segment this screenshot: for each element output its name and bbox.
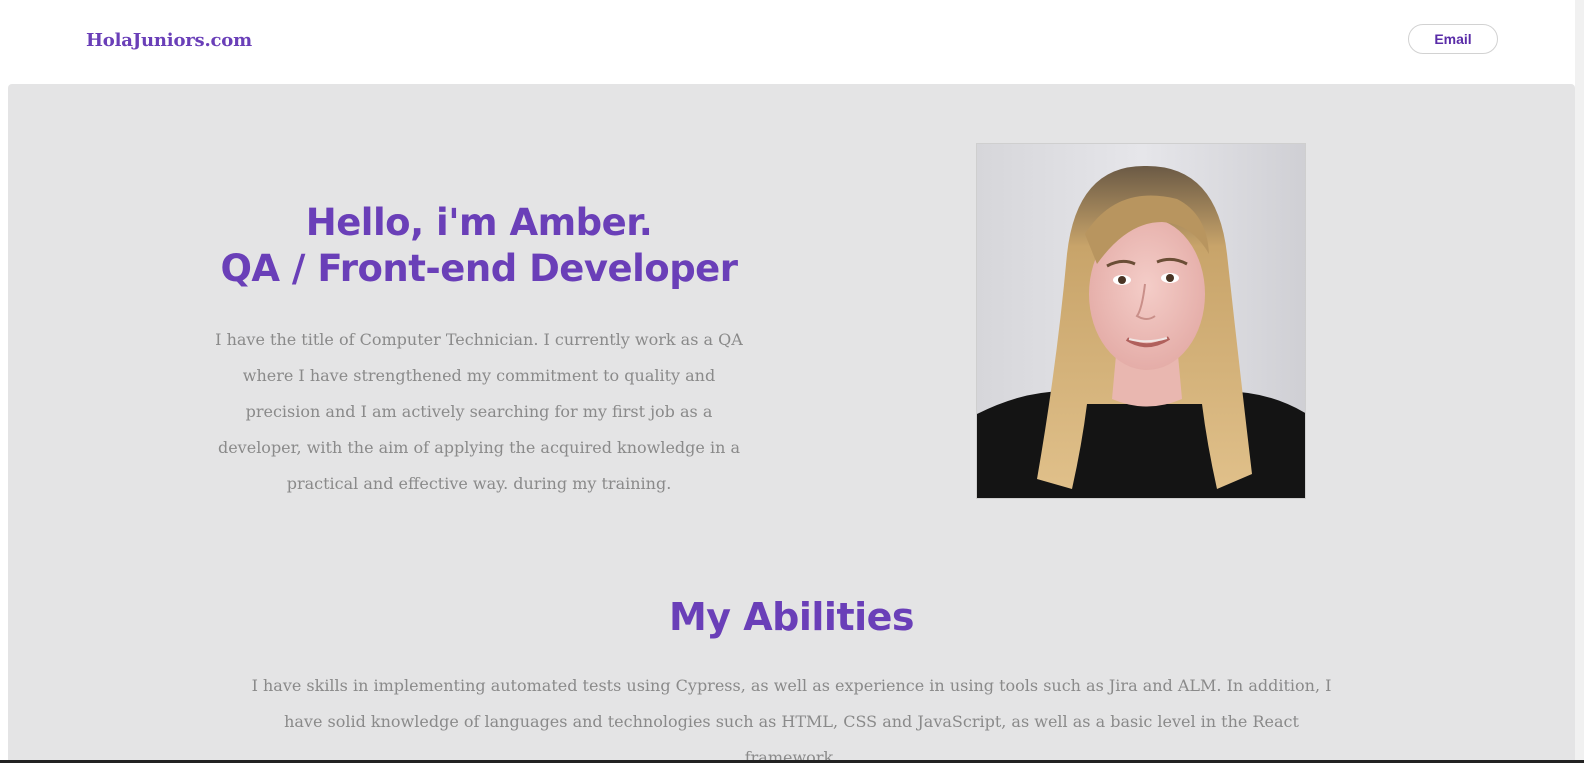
brand-logo-link[interactable]: HolaJuniors.com [86,30,252,51]
hero-description: I have the title of Computer Technician.… [215,330,743,493]
email-button[interactable]: Email [1408,24,1498,54]
page-scrollbar[interactable] [1575,0,1584,763]
abilities-section: My Abilities I have skills in implementi… [8,592,1575,776]
hero-title-line-2: QA / Front-end Developer [220,247,738,290]
abilities-title: My Abilities [668,595,915,639]
profile-photo [976,143,1306,499]
top-navbar: HolaJuniors.com Email [0,0,1584,84]
hero-title: Hello, i'm Amber. QA / Front-end Develop… [208,200,750,292]
hero-intro: Hello, i'm Amber. QA / Front-end Develop… [208,200,750,502]
main-content: Hello, i'm Amber. QA / Front-end Develop… [8,84,1575,767]
hero-title-line-1: Hello, i'm Amber. [305,201,653,244]
